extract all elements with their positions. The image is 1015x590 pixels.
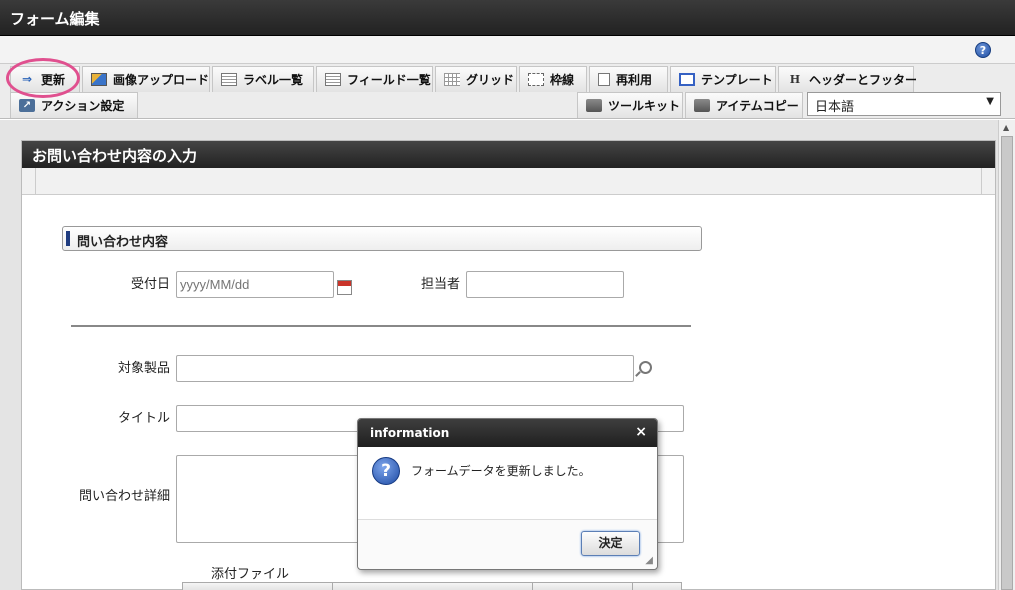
- language-value: 日本語: [815, 100, 855, 115]
- label-list-icon: [221, 73, 237, 86]
- help-bar: ?: [0, 36, 1015, 64]
- header-footer-button[interactable]: H ヘッダーとフッター: [778, 66, 918, 92]
- language-select[interactable]: 日本語 ▼: [807, 92, 1001, 116]
- window-title: フォーム編集: [0, 0, 1015, 36]
- dialog-footer: 決定 ◢: [358, 520, 657, 569]
- assignee-input[interactable]: [466, 271, 624, 298]
- calendar-icon[interactable]: [337, 280, 352, 295]
- question-icon: ?: [372, 457, 400, 485]
- resize-grip-icon[interactable]: ◢: [645, 555, 653, 566]
- close-icon[interactable]: ×: [635, 424, 647, 440]
- item-copy-label: アイテムコピー: [716, 99, 799, 113]
- label-list-label: ラベル一覧: [243, 73, 304, 87]
- help-icon[interactable]: ?: [975, 42, 991, 58]
- border-icon: [528, 73, 544, 86]
- information-dialog: information × ? フォームデータを更新しました。 決定 ◢: [357, 418, 658, 570]
- grid-icon: [444, 73, 460, 86]
- item-copy-icon: [694, 99, 710, 112]
- template-label: テンプレート: [701, 73, 773, 87]
- grid-label: グリッド: [466, 73, 515, 87]
- attachment-label: 添付ファイル: [211, 567, 290, 582]
- subbar-cell-right: [981, 168, 995, 194]
- search-icon[interactable]: [639, 361, 652, 374]
- header-footer-icon: H: [789, 73, 801, 86]
- attachment-col-2: [333, 583, 533, 590]
- reuse-label: 再利用: [616, 73, 653, 87]
- toolkit-button[interactable]: ツールキット: [577, 92, 683, 118]
- field-list-button[interactable]: フィールド一覧: [316, 66, 433, 92]
- ok-button[interactable]: 決定: [581, 531, 640, 556]
- action-settings-label: アクション設定: [41, 99, 125, 113]
- dialog-titlebar[interactable]: information ×: [358, 419, 657, 447]
- reuse-button[interactable]: 再利用: [589, 66, 668, 92]
- label-list-button[interactable]: ラベル一覧: [212, 66, 314, 92]
- attachment-col-3: [533, 583, 633, 590]
- dialog-message: フォームデータを更新しました。: [411, 464, 591, 478]
- scrollbar-thumb[interactable]: [1001, 136, 1013, 590]
- template-button[interactable]: テンプレート: [670, 66, 776, 92]
- header-footer-label: ヘッダーとフッター: [809, 73, 918, 87]
- dialog-title: information: [370, 426, 450, 440]
- grid-button[interactable]: グリッド: [435, 66, 517, 92]
- product-label: 対象製品: [117, 361, 170, 376]
- chevron-down-icon: ▼: [986, 96, 994, 107]
- action-settings-button[interactable]: ↗ アクション設定: [10, 92, 138, 118]
- received-date-input[interactable]: [176, 271, 334, 298]
- image-upload-label: 画像アップロード: [113, 73, 210, 87]
- image-upload-button[interactable]: 画像アップロード: [82, 66, 210, 92]
- vertical-scrollbar[interactable]: ▲: [998, 120, 1015, 590]
- attachment-add-col[interactable]: [633, 583, 681, 590]
- update-button[interactable]: ⇒ 更新: [10, 66, 80, 92]
- reuse-icon: [598, 73, 610, 86]
- action-settings-icon: ↗: [19, 99, 35, 112]
- border-button[interactable]: 枠線: [519, 66, 587, 92]
- product-input[interactable]: [176, 355, 634, 382]
- received-date-label: 受付日: [130, 277, 170, 292]
- template-icon: [679, 73, 695, 86]
- field-list-label: フィールド一覧: [347, 73, 431, 87]
- dialog-body: ? フォームデータを更新しました。: [358, 447, 657, 520]
- details-label: 問い合わせ詳細: [78, 489, 170, 504]
- assignee-label: 担当者: [420, 277, 460, 292]
- attachment-table-header: [182, 582, 682, 590]
- update-icon: ⇒: [21, 72, 33, 86]
- toolkit-label: ツールキット: [608, 99, 681, 113]
- field-list-icon: [325, 73, 341, 86]
- update-label: 更新: [41, 73, 66, 87]
- scroll-up-icon[interactable]: ▲: [1003, 123, 1009, 132]
- toolkit-icon: [586, 99, 602, 112]
- title-label: タイトル: [117, 411, 170, 426]
- form-title: お問い合わせ内容の入力: [22, 141, 995, 168]
- form-title-subbar: [22, 168, 995, 195]
- image-upload-icon: [91, 73, 107, 86]
- section-heading: 問い合わせ内容: [62, 226, 702, 251]
- divider: [71, 325, 691, 327]
- item-copy-button[interactable]: アイテムコピー: [685, 92, 803, 118]
- border-label: 枠線: [550, 73, 575, 87]
- subbar-cell-left: [22, 168, 36, 194]
- attachment-col-1: [183, 583, 333, 590]
